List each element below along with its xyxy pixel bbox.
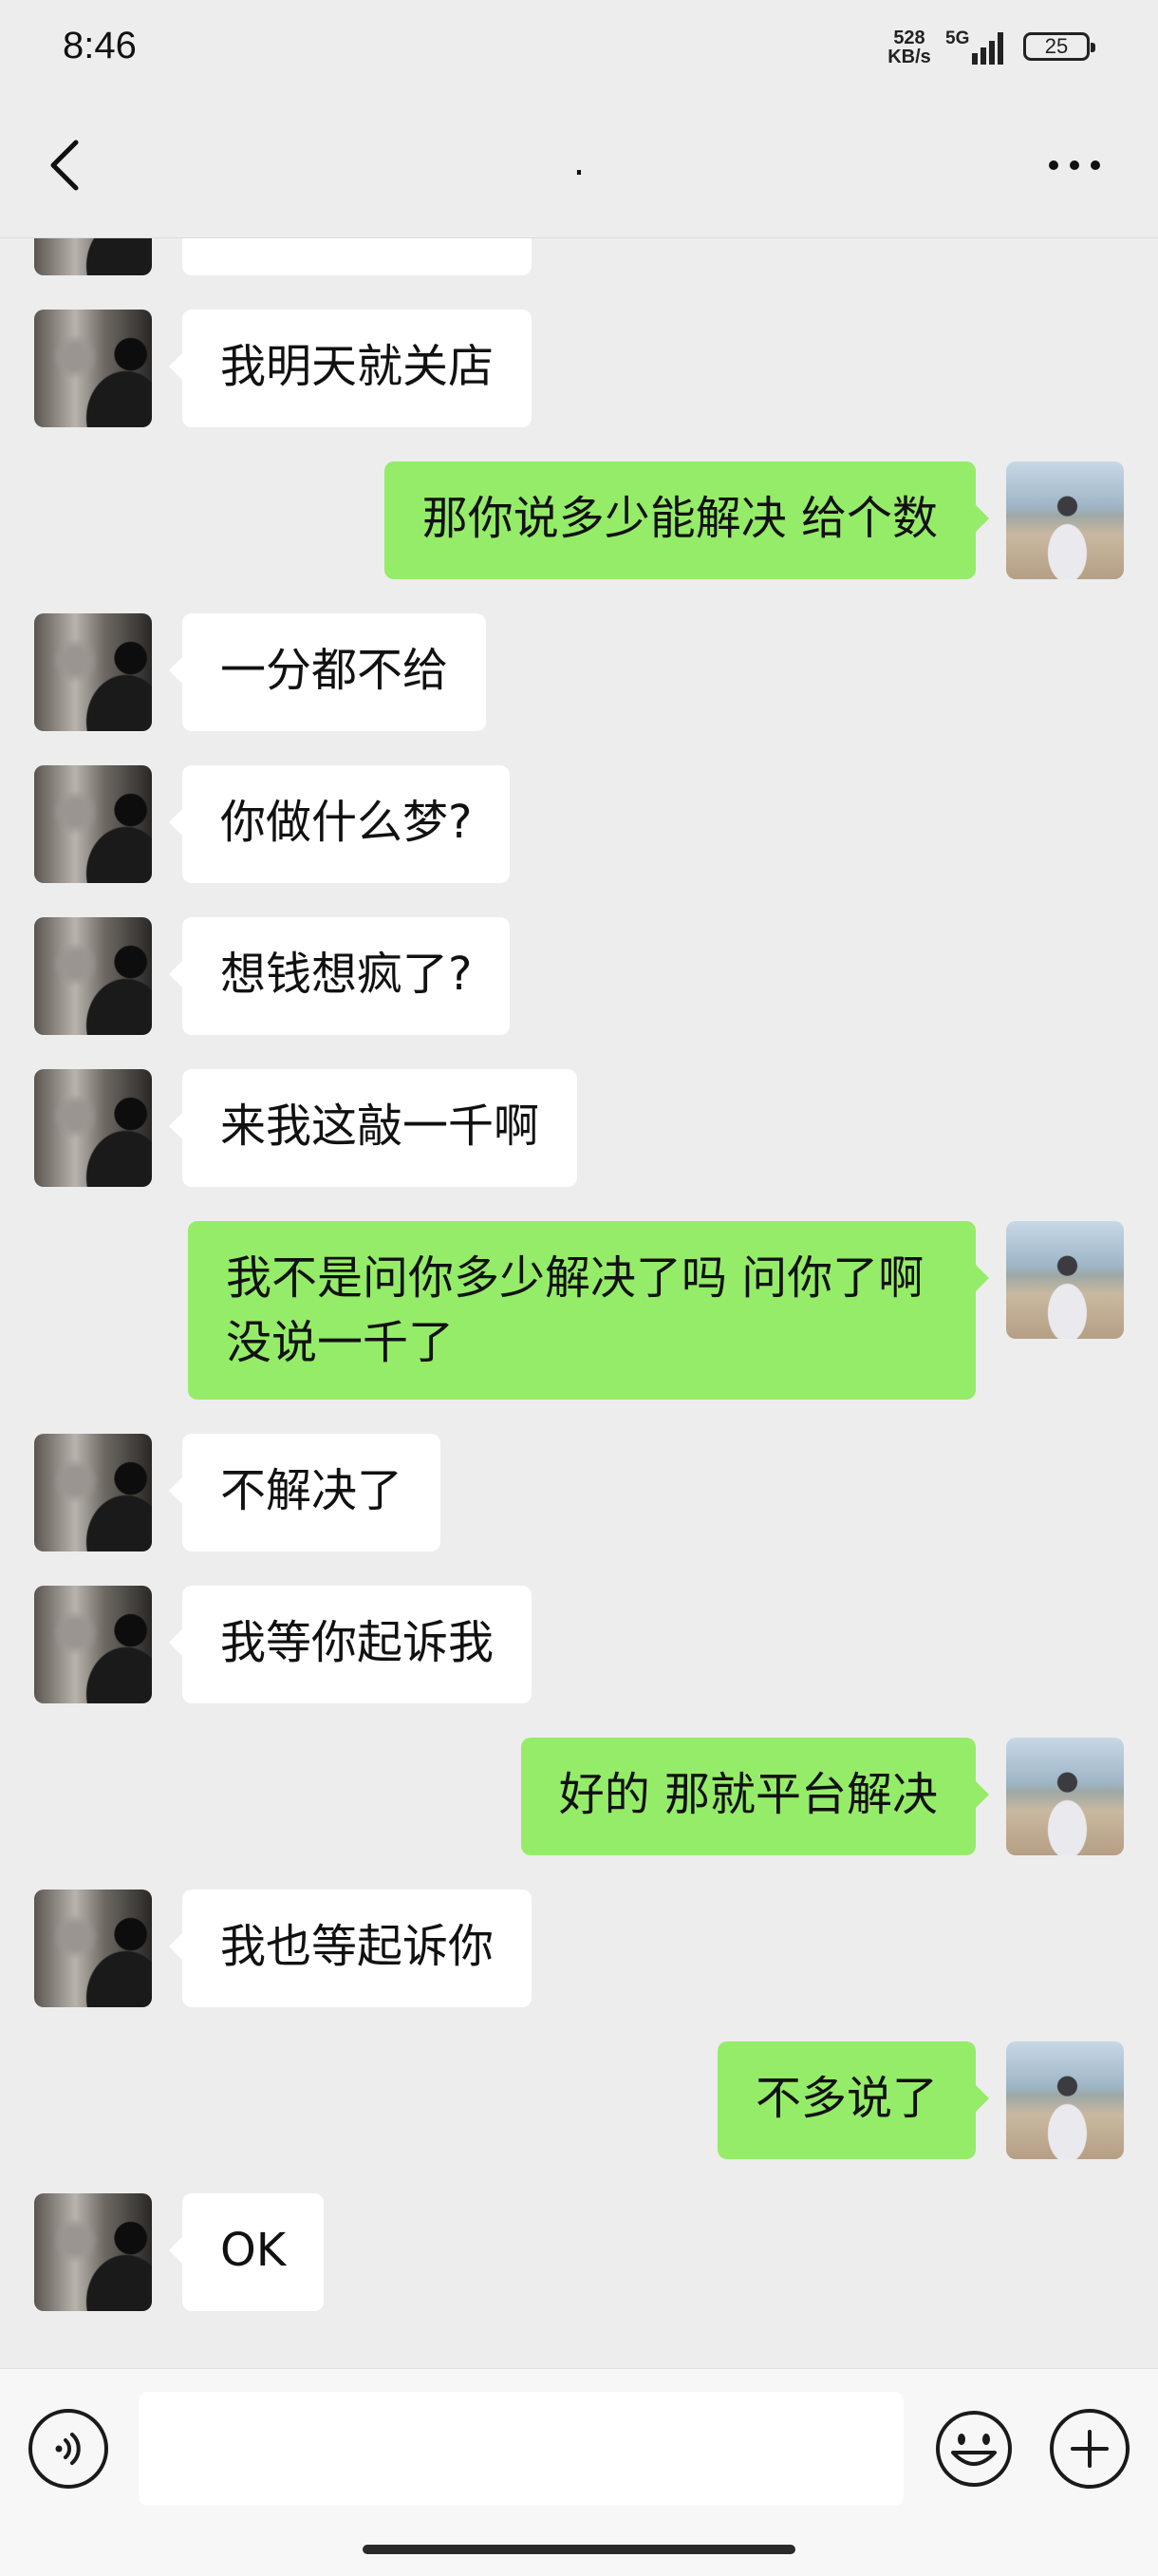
message-row-outgoing: 我不是问你多少解决了吗 问你了啊 没说一千了 <box>0 1221 1158 1400</box>
message-bubble[interactable]: 那你说多少能解决 给个数 <box>383 461 990 579</box>
home-indicator[interactable] <box>363 2545 795 2554</box>
chat-title: . <box>572 141 586 184</box>
message-row-incoming: 我等你起诉我 <box>0 1586 1158 1703</box>
message-bubble[interactable]: 来我这敲一千啊 <box>168 1069 578 1187</box>
more-button[interactable] <box>1035 146 1114 184</box>
message-bubble[interactable]: 我明天就关店 <box>168 310 532 427</box>
contact-avatar[interactable] <box>34 1890 152 2007</box>
message-bubble[interactable]: 想钱想疯了? <box>168 917 511 1035</box>
more-horizontal-icon <box>1049 160 1100 170</box>
message-row-outgoing: 好的 那就平台解决 <box>0 1738 1158 1855</box>
contact-avatar[interactable] <box>34 1586 152 1703</box>
voice-icon <box>55 2433 81 2465</box>
message-bubble[interactable]: 我不是问你多少解决了吗 问你了啊 没说一千了 <box>188 1221 989 1400</box>
signal-icon <box>972 32 1003 65</box>
status-bar: 8:46 528 KB/s 5G 25 <box>0 0 1158 99</box>
message-list-content: 你现在打电话我明天就关店那你说多少能解决 给个数一分都不给你做什么梦? 想钱想疯了… <box>0 237 1158 2345</box>
contact-avatar[interactable] <box>34 765 152 883</box>
my-avatar[interactable] <box>1006 1738 1124 1855</box>
plus-button[interactable] <box>1050 2409 1130 2489</box>
message-row-outgoing: 不多说了 <box>0 2041 1158 2159</box>
voice-button[interactable] <box>28 2409 108 2489</box>
message-row-incoming: 一分都不给 <box>0 613 1158 731</box>
message-row-incoming: 我也等起诉你 <box>0 1890 1158 2007</box>
message-row-outgoing: 那你说多少能解决 给个数 <box>0 461 1158 579</box>
plus-circle-icon <box>1071 2430 1109 2468</box>
contact-avatar[interactable] <box>34 2193 152 2311</box>
chat-header: . <box>0 99 1158 238</box>
message-row-incoming: 我明天就关店 <box>0 310 1158 427</box>
message-bubble[interactable]: 你现在打电话 <box>182 237 532 275</box>
contact-avatar[interactable] <box>34 613 152 731</box>
message-row-incoming: 不解决了 <box>0 1434 1158 1551</box>
message-input[interactable] <box>139 2392 904 2506</box>
contact-avatar[interactable] <box>34 237 152 275</box>
message-row-incoming: 来我这敲一千啊 <box>0 1069 1158 1187</box>
message-bubble[interactable]: 好的 那就平台解决 <box>520 1738 990 1855</box>
emoji-icon[interactable] <box>934 2409 1014 2489</box>
network-speed-unit: KB/s <box>887 47 931 67</box>
message-bubble[interactable]: 我等你起诉我 <box>168 1586 532 1703</box>
message-row-incoming: OK <box>0 2193 1158 2311</box>
message-row-incoming: 你现在打电话 <box>0 237 1158 275</box>
status-time: 8:46 <box>63 25 137 66</box>
message-row-incoming: 想钱想疯了? <box>0 917 1158 1035</box>
message-bubble[interactable]: 不解决了 <box>168 1434 441 1551</box>
battery-icon: 25 <box>1023 32 1095 61</box>
message-bubble[interactable]: 你做什么梦? <box>168 765 511 883</box>
contact-avatar[interactable] <box>34 917 152 1035</box>
message-row-incoming: 你做什么梦? <box>0 765 1158 883</box>
message-bubble[interactable]: 不多说了 <box>717 2041 990 2159</box>
message-bubble[interactable]: OK <box>168 2193 325 2311</box>
message-bubble[interactable]: 我也等起诉你 <box>168 1890 532 2007</box>
contact-avatar[interactable] <box>34 310 152 427</box>
message-bubble[interactable]: 一分都不给 <box>168 613 487 731</box>
network-speed-value: 528 <box>893 28 925 48</box>
my-avatar[interactable] <box>1006 461 1124 579</box>
contact-avatar[interactable] <box>34 1069 152 1187</box>
contact-avatar[interactable] <box>34 1434 152 1551</box>
my-avatar[interactable] <box>1006 2041 1124 2159</box>
network-speed: 528 KB/s <box>881 28 938 66</box>
my-avatar[interactable] <box>1006 1221 1124 1339</box>
message-list[interactable]: 你现在打电话我明天就关店那你说多少能解决 给个数一分都不给你做什么梦? 想钱想疯了… <box>0 237 1158 2368</box>
